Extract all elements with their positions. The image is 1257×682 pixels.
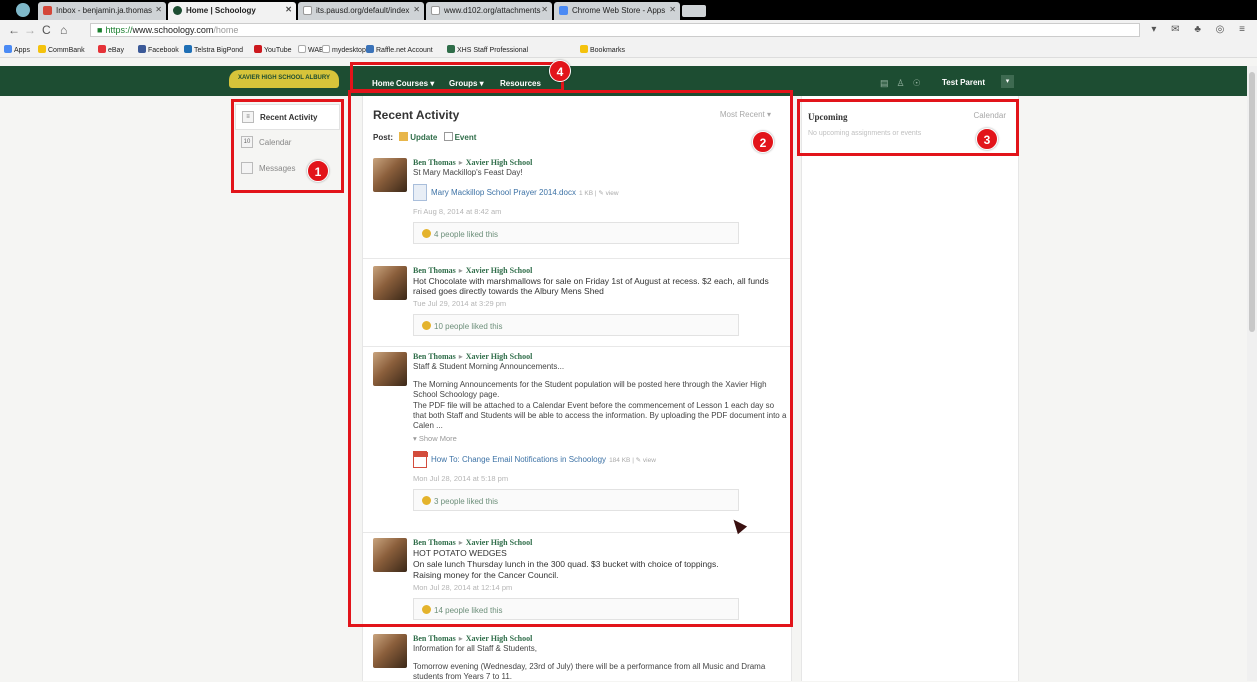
forward-arrow-icon[interactable]: → bbox=[24, 23, 36, 37]
close-icon[interactable]: ✕ bbox=[285, 5, 292, 14]
bookmark-commbank[interactable]: CommBank bbox=[38, 45, 85, 54]
web-store-icon bbox=[559, 6, 568, 15]
xhs-icon bbox=[447, 45, 455, 53]
annotation-badge: 2 bbox=[752, 131, 774, 153]
notifications-icon[interactable]: ☉ bbox=[913, 78, 929, 88]
new-tab-button[interactable] bbox=[682, 5, 706, 17]
facebook-icon bbox=[138, 45, 146, 53]
post-author-link[interactable]: Ben Thomas bbox=[413, 634, 456, 643]
tab-pausd[interactable]: its.pausd.org/default/index ✕ bbox=[298, 2, 424, 20]
annotation-box-sidebar bbox=[231, 99, 344, 193]
annotation-box-top-nav bbox=[350, 62, 564, 92]
page-icon bbox=[322, 45, 330, 53]
upcoming-panel: Upcoming Calendar No upcoming assignment… bbox=[801, 96, 1019, 681]
youtube-icon bbox=[254, 45, 262, 53]
scrollbar-thumb[interactable] bbox=[1249, 72, 1255, 332]
tab-inbox[interactable]: Inbox - benjamin.ja.thomas ✕ bbox=[38, 2, 166, 20]
requests-icon[interactable]: ♙ bbox=[897, 78, 913, 88]
tab-d102[interactable]: www.d102.org/attachments ✕ bbox=[426, 2, 552, 20]
user-menu-chevron-down-icon[interactable]: ▾ bbox=[1001, 75, 1014, 88]
bookmark-ebay[interactable]: eBay bbox=[98, 45, 124, 54]
folder-icon bbox=[580, 45, 588, 53]
bookmark-xhs-staff[interactable]: XHS Staff Professional bbox=[447, 45, 528, 54]
browser-tab-strip: Inbox - benjamin.ja.thomas ✕ Home | Scho… bbox=[0, 0, 1257, 20]
bookmark-folder[interactable]: Bookmarks bbox=[580, 45, 625, 54]
commbank-icon bbox=[38, 45, 46, 53]
page-icon bbox=[303, 6, 312, 15]
raffle-icon bbox=[366, 45, 374, 53]
annotation-badge: 4 bbox=[549, 60, 571, 82]
tab-chrome-web-store[interactable]: Chrome Web Store - Apps ✕ bbox=[554, 2, 680, 20]
close-icon[interactable]: ✕ bbox=[541, 5, 548, 14]
bookmark-youtube[interactable]: YouTube bbox=[254, 45, 292, 54]
browser-toolbar: ← → C ⌂ ■ https://www.schoology.com/home … bbox=[0, 20, 1257, 40]
message-icon[interactable]: ▤ bbox=[880, 78, 897, 88]
arrow-right-icon: ▸ bbox=[458, 634, 463, 643]
bookmark-telstra[interactable]: Telstra BigPond bbox=[184, 45, 243, 54]
annotation-box-recent-activity bbox=[348, 90, 793, 627]
extension-icons[interactable]: ▾ ✉ ♣ ◎ ≡ bbox=[1151, 24, 1251, 35]
close-icon[interactable]: ✕ bbox=[413, 5, 420, 14]
annotation-badge: 1 bbox=[307, 160, 329, 182]
post-text: Tomorrow evening (Wednesday, 23rd of Jul… bbox=[413, 662, 766, 681]
close-icon[interactable]: ✕ bbox=[669, 5, 676, 14]
school-logo[interactable]: XAVIER HIGH SCHOOL ALBURY bbox=[229, 70, 339, 88]
bookmarks-bar: Apps CommBank eBay Facebook Telstra BigP… bbox=[0, 40, 1257, 58]
apps-icon bbox=[4, 45, 12, 53]
page-icon bbox=[431, 6, 440, 15]
avatar[interactable] bbox=[373, 634, 407, 668]
bookmark-wab[interactable]: WAB bbox=[298, 45, 324, 54]
bookmark-apps[interactable]: Apps bbox=[4, 45, 30, 54]
gmail-icon bbox=[43, 6, 52, 15]
tab-home-schoology[interactable]: Home | Schoology ✕ bbox=[168, 2, 296, 20]
back-arrow-icon[interactable]: ← bbox=[8, 23, 20, 37]
address-bar[interactable]: ■ https://www.schoology.com/home bbox=[90, 23, 1140, 37]
close-icon[interactable]: ✕ bbox=[155, 5, 162, 14]
home-icon[interactable]: ⌂ bbox=[60, 23, 67, 37]
telstra-icon bbox=[184, 45, 192, 53]
page-icon bbox=[298, 45, 306, 53]
bookmark-mydesktop[interactable]: mydesktop bbox=[322, 45, 366, 54]
post-group-link[interactable]: Xavier High School bbox=[466, 634, 533, 643]
reload-icon[interactable]: C bbox=[42, 23, 51, 37]
bookmark-facebook[interactable]: Facebook bbox=[138, 45, 179, 54]
user-name[interactable]: Test Parent bbox=[942, 78, 985, 87]
post-text: Information for all Staff & Students, bbox=[413, 644, 537, 653]
header-icons[interactable]: ▤♙☉ bbox=[880, 78, 929, 89]
schoology-icon bbox=[173, 6, 182, 15]
chrome-profile-icon[interactable] bbox=[16, 3, 30, 17]
bookmark-raffle[interactable]: Raffle.net Account bbox=[366, 45, 433, 54]
lock-icon: ■ bbox=[97, 25, 103, 35]
ebay-icon bbox=[98, 45, 106, 53]
annotation-badge: 3 bbox=[976, 128, 998, 150]
